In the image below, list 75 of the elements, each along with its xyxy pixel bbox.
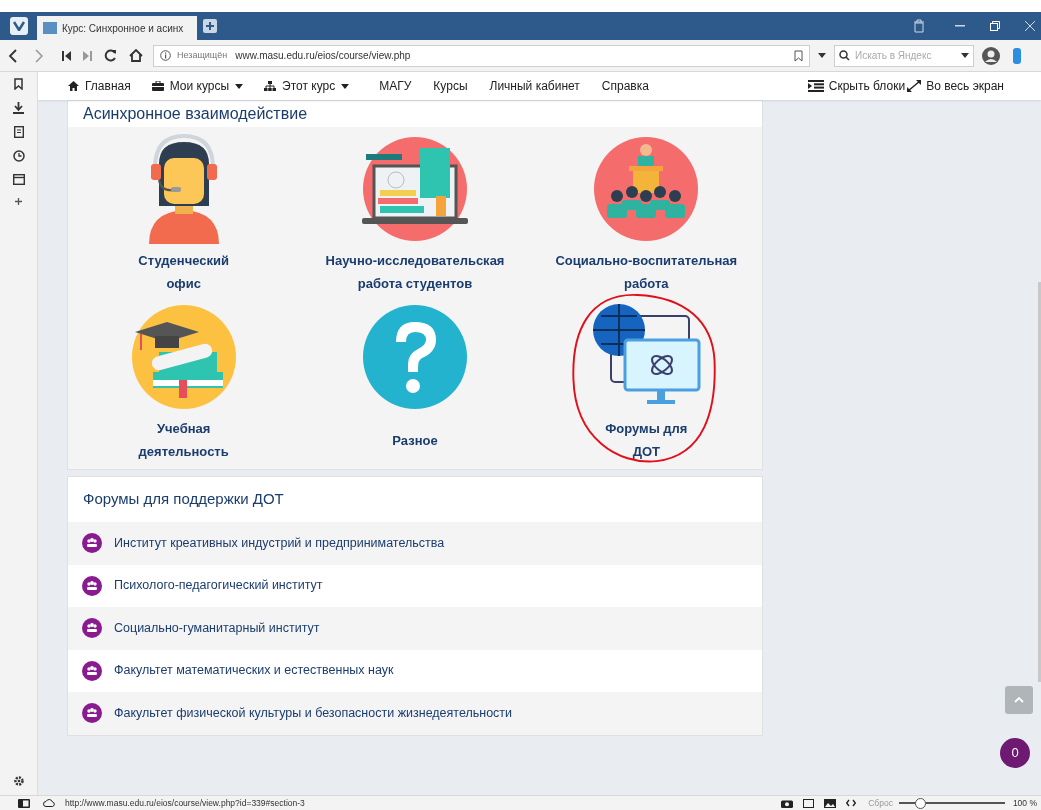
url-text: www.masu.edu.ru/eios/course/view.php	[235, 49, 411, 63]
hide-blocks-link[interactable]: Скрыть блоки	[807, 77, 906, 95]
trash-icon[interactable]	[913, 19, 925, 33]
image-icon[interactable]	[824, 798, 837, 808]
forum-link[interactable]: Факультет математических и естественных наук	[114, 661, 394, 681]
window-icon[interactable]	[803, 798, 815, 808]
tile-link[interactable]: Разное	[315, 429, 515, 452]
fullscreen-link[interactable]: Во весь экран	[907, 77, 1004, 95]
browser-logo-icon[interactable]	[10, 17, 28, 35]
cloud-icon[interactable]	[43, 799, 55, 807]
home-icon	[68, 81, 79, 91]
settings-icon[interactable]	[12, 775, 25, 787]
forum-icon	[82, 575, 102, 596]
section-title: Асинхронное взаимодействие	[83, 104, 308, 124]
caret-icon[interactable]	[961, 53, 969, 58]
status-url: http://www.masu.edu.ru/eios/course/view.php?id=339#section-3	[65, 796, 305, 810]
forum-icon	[82, 618, 102, 639]
zoom-percent: 100 %	[1012, 796, 1037, 810]
forum-link[interactable]: Факультет физической культуры и безопасности жизнедеятельности	[114, 703, 513, 723]
nav-link[interactable]: Курсы	[433, 77, 468, 95]
new-tab-button[interactable]	[203, 19, 217, 33]
code-icon[interactable]	[846, 799, 857, 807]
caret-icon[interactable]	[818, 53, 826, 58]
briefcase-icon	[151, 81, 164, 91]
sitemap-icon	[264, 81, 277, 91]
forum-link[interactable]: Социально-гуманитарный институт	[114, 618, 320, 638]
rewind-icon[interactable]	[62, 50, 71, 61]
search-field[interactable]: Искать в Яндекс	[834, 44, 974, 67]
search-icon	[839, 50, 851, 61]
panel-toggle-icon[interactable]	[18, 798, 30, 808]
question-mark-icon	[360, 302, 470, 412]
forum-link[interactable]: Институт креативных индустрий и предпринимательства	[114, 533, 445, 553]
fast-forward-icon[interactable]	[83, 50, 92, 61]
tile-link[interactable]: Форумы для ДОТ	[596, 417, 697, 463]
tile-link[interactable]: Студенческий офис	[128, 249, 239, 295]
nav-link[interactable]: Мои курсы	[151, 77, 244, 95]
search-input[interactable]: Искать в Яндекс	[855, 48, 955, 63]
reload-icon[interactable]	[104, 49, 117, 62]
close-icon[interactable]	[1025, 21, 1035, 31]
forum-link[interactable]: Психолого-педагогический институт	[114, 576, 323, 596]
download-icon[interactable]	[13, 102, 24, 114]
address-field[interactable]: Незащищён www.masu.edu.ru/eios/course/view.php	[153, 44, 810, 67]
laptop-books-icon	[360, 134, 470, 244]
expand-icon	[907, 80, 922, 92]
message-count-badge[interactable]: 0	[1000, 738, 1030, 768]
tile-link[interactable]: Учебная деятельность	[128, 417, 239, 463]
forum-icon	[82, 533, 102, 554]
security-label: Незащищён	[177, 48, 228, 62]
chevron-up-icon	[1014, 697, 1024, 703]
nav-link[interactable]: Личный кабинет	[489, 77, 580, 95]
forum-icon	[82, 660, 102, 681]
forum-icon	[82, 703, 102, 724]
restore-icon[interactable]	[990, 21, 1000, 31]
nav-link[interactable]: МАГУ	[379, 77, 412, 95]
zoom-slider[interactable]	[898, 797, 1005, 809]
history-icon[interactable]	[12, 150, 25, 162]
browser-tab[interactable]: Курс: Синхронное и асинх	[37, 16, 197, 40]
indent-icon	[807, 80, 824, 92]
forward-icon[interactable]	[34, 48, 44, 63]
info-icon[interactable]	[160, 50, 171, 61]
profile-icon[interactable]	[982, 46, 1000, 65]
home-icon[interactable]	[129, 49, 143, 62]
nav-link[interactable]: Главная	[68, 77, 131, 95]
tile-link[interactable]: Научно-исследовательская работа студентов	[315, 249, 515, 295]
forums-heading: Форумы для поддержки ДОТ	[83, 489, 284, 510]
add-panel-icon[interactable]	[14, 197, 23, 206]
nav-link[interactable]: Этот курс	[264, 77, 350, 95]
back-icon[interactable]	[8, 48, 18, 63]
bookmark-icon[interactable]	[14, 78, 23, 90]
extension-icon[interactable]	[1013, 47, 1021, 64]
tile-link[interactable]: Социально-воспитательная работа	[546, 249, 747, 295]
notes-icon[interactable]	[13, 126, 24, 138]
camera-icon[interactable]	[781, 798, 794, 808]
window-icon[interactable]	[12, 174, 25, 185]
nav-link[interactable]: Справка	[601, 77, 649, 95]
